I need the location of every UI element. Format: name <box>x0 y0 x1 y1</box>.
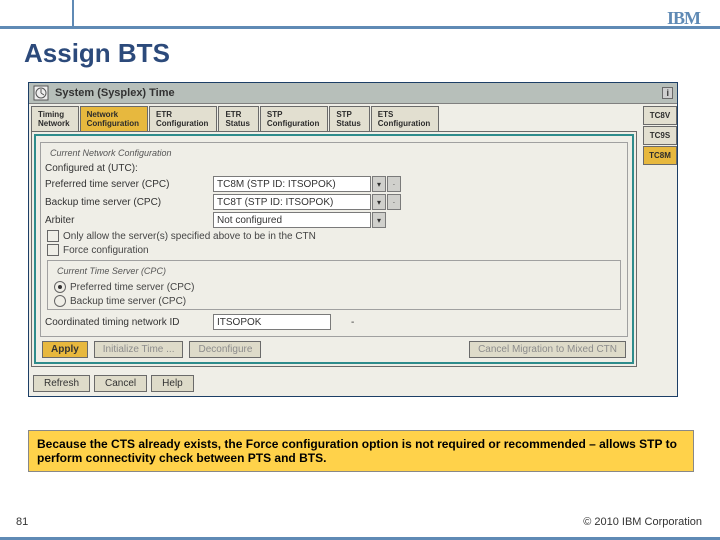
tab-stp-configuration[interactable]: STP Configuration <box>260 106 328 131</box>
radio-icon <box>54 295 66 307</box>
system-time-window: System (Sysplex) Time i Timing Network N… <box>28 82 678 397</box>
current-time-server-group: Current Time Server (CPC) Preferred time… <box>47 260 621 310</box>
chevron-down-icon[interactable]: ▾ <box>372 194 386 210</box>
page-number: 81 <box>16 516 28 528</box>
arbiter-label: Arbiter <box>45 215 213 226</box>
window-footer: Refresh Cancel Help <box>33 375 673 392</box>
configured-at-label: Configured at (UTC): <box>45 163 213 174</box>
tab-timing-network[interactable]: Timing Network <box>31 106 79 131</box>
cts-pts-radio[interactable]: Preferred time server (CPC) <box>54 281 614 293</box>
checkbox-icon <box>47 244 59 256</box>
header-vertical-separator <box>72 0 74 26</box>
radio-icon <box>54 281 66 293</box>
chevron-down-icon[interactable]: ▾ <box>372 212 386 228</box>
copyright: © 2010 IBM Corporation <box>583 516 702 528</box>
ctn-id-label: Coordinated timing network ID <box>45 317 213 328</box>
deconfigure-button[interactable]: Deconfigure <box>189 341 261 358</box>
ibm-logo: IBM <box>667 8 700 29</box>
cancel-button[interactable]: Cancel <box>94 375 147 392</box>
tab-bar: Timing Network Network Configuration ETR… <box>31 106 637 131</box>
refresh-button[interactable]: Refresh <box>33 375 90 392</box>
bts-aux-button[interactable]: · <box>387 194 401 210</box>
slide-title: Assign BTS <box>24 38 170 69</box>
initialize-time-button[interactable]: Initialize Time ... <box>94 341 184 358</box>
tab-network-configuration[interactable]: Network Configuration <box>80 106 148 131</box>
tab-stp-status[interactable]: STP Status <box>329 106 369 131</box>
bts-label: Backup time server (CPC) <box>45 197 213 208</box>
tab-etr-configuration[interactable]: ETR Configuration <box>149 106 217 131</box>
apply-button[interactable]: Apply <box>42 341 88 358</box>
clock-icon <box>33 85 49 101</box>
help-button[interactable]: Help <box>151 375 194 392</box>
window-title: System (Sysplex) Time <box>55 87 175 99</box>
cts-legend: Current Time Server (CPC) <box>54 266 169 276</box>
ctn-id-field[interactable]: ITSOPOK <box>213 314 331 330</box>
slide-container: IBM Assign BTS System (Sysplex) Time i T… <box>0 0 720 540</box>
highlight-callout: Because the CTS already exists, the Forc… <box>28 430 694 472</box>
vtab-tc9s[interactable]: TC9S <box>643 126 677 145</box>
window-titlebar: System (Sysplex) Time i <box>29 83 677 104</box>
work-area: Current Network Configuration Configured… <box>31 131 637 367</box>
pts-aux-button[interactable]: · <box>387 176 401 192</box>
current-network-config-group: Current Network Configuration Configured… <box>40 142 628 337</box>
force-config-checkbox[interactable]: Force configuration <box>47 244 621 256</box>
cts-bts-radio[interactable]: Backup time server (CPC) <box>54 295 614 307</box>
bts-select[interactable]: TC8T (STP ID: ITSOPOK) <box>213 194 371 210</box>
tab-etr-status[interactable]: ETR Status <box>218 106 258 131</box>
window-info-button[interactable]: i <box>662 87 673 99</box>
screenshot-panel: System (Sysplex) Time i Timing Network N… <box>28 82 678 397</box>
pts-label: Preferred time server (CPC) <box>45 179 213 190</box>
vtab-tc8m[interactable]: TC8M <box>643 146 677 165</box>
header-horizontal-rule <box>0 26 720 29</box>
tab-ets-configuration[interactable]: ETS Configuration <box>371 106 439 131</box>
action-button-row: Apply Initialize Time ... Deconfigure Ca… <box>42 341 626 358</box>
cpc-vertical-tabs: TC8V TC9S TC8M <box>643 106 677 166</box>
pts-select[interactable]: TC8M (STP ID: ITSOPOK) <box>213 176 371 192</box>
only-allow-checkbox[interactable]: Only allow the server(s) specified above… <box>47 230 621 242</box>
vtab-tc8v[interactable]: TC8V <box>643 106 677 125</box>
group-legend: Current Network Configuration <box>47 148 175 158</box>
arbiter-select[interactable]: Not configured <box>213 212 371 228</box>
cancel-migration-button[interactable]: Cancel Migration to Mixed CTN <box>469 341 626 358</box>
chevron-down-icon[interactable]: ▾ <box>372 176 386 192</box>
checkbox-icon <box>47 230 59 242</box>
